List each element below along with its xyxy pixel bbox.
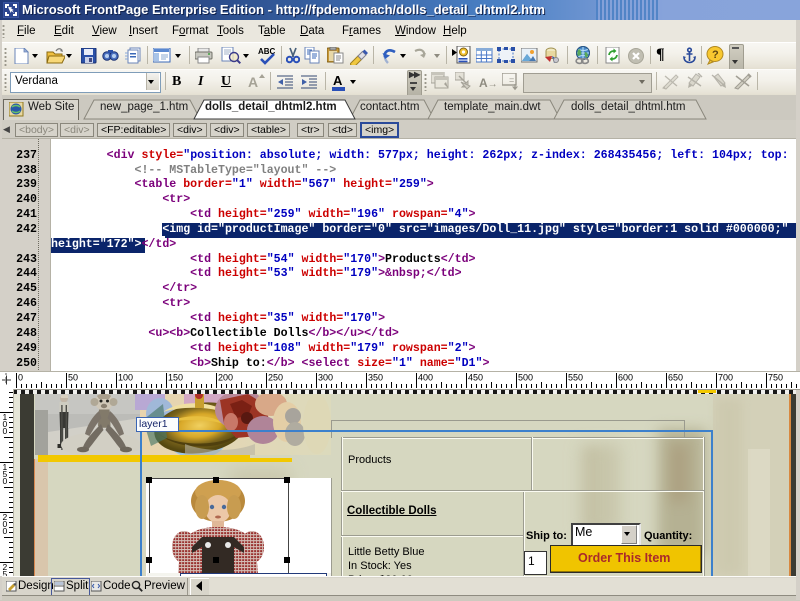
svg-text:450: 450 [468,373,483,383]
svg-text:=: = [509,75,514,85]
svg-text:0: 0 [3,426,8,436]
svg-text:200: 200 [218,373,233,383]
svg-text:?: ? [712,49,719,61]
svg-text:350: 350 [368,373,383,383]
svg-text:5: 5 [3,569,8,576]
svg-text:150: 150 [168,373,183,383]
svg-text:500: 500 [518,373,533,383]
svg-text:50: 50 [68,373,78,383]
svg-text:750: 750 [768,373,783,383]
svg-text:400: 400 [418,373,433,383]
svg-text:550: 550 [568,373,583,383]
svg-text:650: 650 [668,373,683,383]
svg-text:700: 700 [718,373,733,383]
svg-text:100: 100 [118,373,133,383]
svg-text:0: 0 [3,526,8,536]
svg-text:250: 250 [268,373,283,383]
svg-text:0: 0 [3,476,8,486]
svg-text:0: 0 [18,373,23,383]
svg-text:300: 300 [318,373,333,383]
svg-text:600: 600 [618,373,633,383]
